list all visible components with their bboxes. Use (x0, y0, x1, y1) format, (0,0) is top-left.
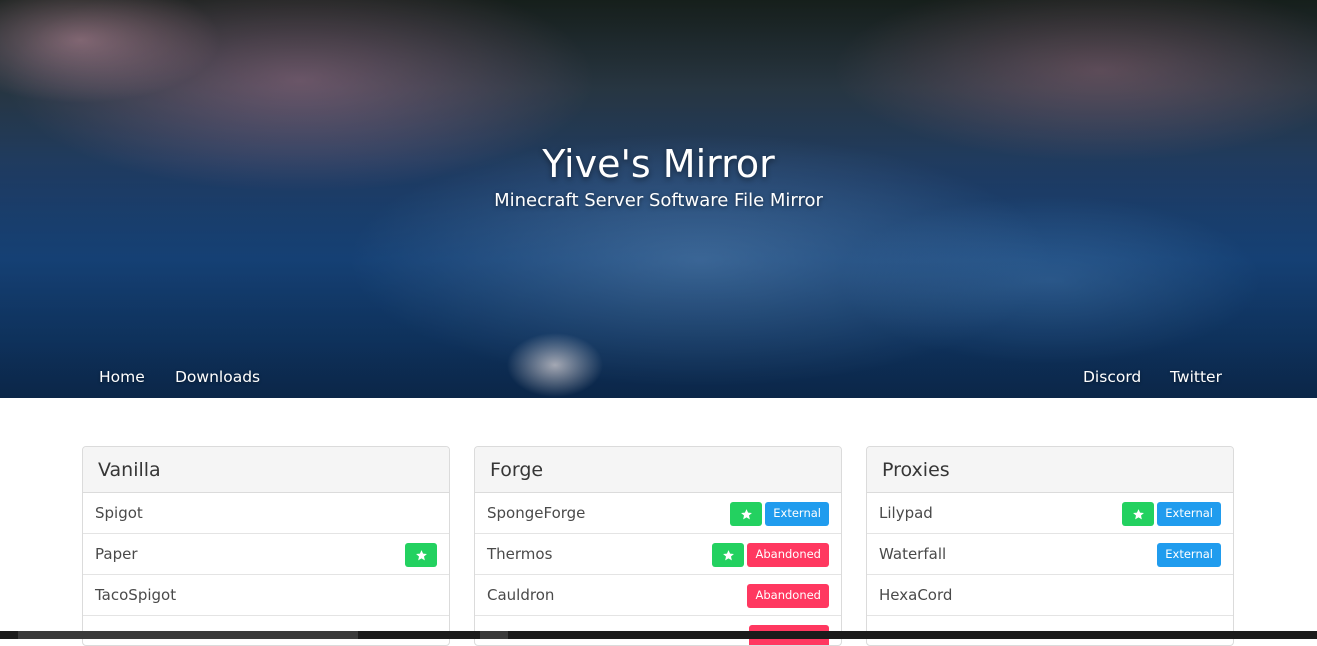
star-icon (1122, 502, 1155, 526)
star-icon (405, 543, 437, 567)
tag-group (405, 543, 437, 567)
site-subtitle: Minecraft Server Software File Mirror (494, 190, 823, 211)
item-name: Paper (95, 545, 138, 563)
nav-discord[interactable]: Discord (1083, 368, 1141, 386)
item-name: TacoSpigot (95, 586, 177, 604)
item-name: Spigot (95, 504, 143, 522)
panel-heading: Forge (475, 447, 841, 493)
external-tag: External (1157, 543, 1221, 567)
nav-home[interactable]: Home (99, 368, 145, 386)
list-item[interactable]: Waterfall External (867, 534, 1233, 575)
panel-heading: Proxies (867, 447, 1233, 493)
item-name: SpongeForge (487, 504, 586, 522)
tag-group: Abandoned (747, 584, 829, 608)
star-icon (730, 502, 763, 526)
list-item[interactable]: HexaCord (867, 575, 1233, 616)
tag-group: External (730, 502, 829, 526)
list-item[interactable]: SpongeForge External (475, 493, 841, 534)
item-name: Waterfall (879, 545, 947, 563)
nav-downloads[interactable]: Downloads (175, 368, 260, 386)
panel-proxies: Proxies Lilypad External Waterfall Exter… (866, 446, 1234, 646)
item-name: Cauldron (487, 586, 555, 604)
panel-forge: Forge SpongeForge External Thermos Aband… (474, 446, 842, 646)
item-name: Lilypad (879, 504, 933, 522)
item-name: HexaCord (879, 586, 953, 604)
list-item[interactable]: Paper (83, 534, 449, 575)
external-tag: External (1157, 502, 1221, 526)
external-tag: External (765, 502, 829, 526)
abandoned-tag: Abandoned (747, 543, 829, 567)
star-icon (712, 543, 745, 567)
panel-heading: Vanilla (83, 447, 449, 493)
abandoned-tag: Abandoned (747, 584, 829, 608)
list-item[interactable]: Spigot (83, 493, 449, 534)
list-item[interactable]: Lilypad External (867, 493, 1233, 534)
tag-group: External (1157, 543, 1221, 567)
list-item[interactable]: Thermos Abandoned (475, 534, 841, 575)
tag-group: External (1122, 502, 1221, 526)
taskbar-segment[interactable] (480, 631, 508, 639)
list-item[interactable]: TacoSpigot (83, 575, 449, 616)
panel-vanilla: Vanilla Spigot Paper TacoSpigot (82, 446, 450, 646)
item-name: Thermos (487, 545, 553, 563)
list-item[interactable]: Cauldron Abandoned (475, 575, 841, 616)
nav-twitter[interactable]: Twitter (1170, 368, 1222, 386)
site-title: Yive's Mirror (542, 142, 775, 186)
taskbar-segment[interactable] (18, 631, 358, 639)
hero-banner: Yive's Mirror Minecraft Server Software … (0, 0, 1317, 398)
tag-group: Abandoned (712, 543, 829, 567)
taskbar (0, 631, 1317, 639)
